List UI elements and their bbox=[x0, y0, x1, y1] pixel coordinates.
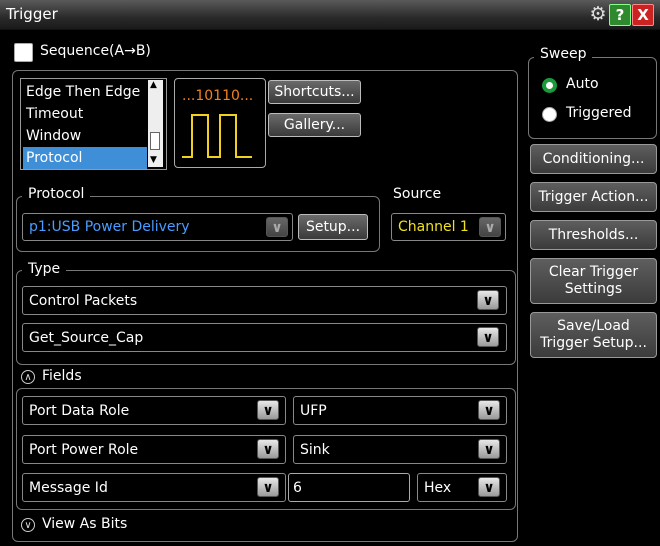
protocol-select[interactable]: p1:USB Power Delivery ∨ bbox=[22, 213, 293, 241]
sweep-auto-label: Auto bbox=[566, 76, 599, 92]
trigger-type-list[interactable]: Edge Then Edge Timeout Window Protocol ▲… bbox=[20, 78, 167, 170]
format-value: Hex bbox=[424, 479, 452, 496]
chevron-down-icon[interactable]: ∨ bbox=[257, 400, 279, 420]
close-icon[interactable]: X bbox=[632, 4, 654, 26]
field-value: 6 bbox=[293, 479, 302, 496]
list-item[interactable]: Window bbox=[23, 125, 147, 147]
field-name: Port Data Role bbox=[29, 402, 130, 419]
chevron-down-icon[interactable]: ∨ bbox=[257, 439, 279, 459]
type-value-2: Get_Source_Cap bbox=[29, 329, 144, 346]
fields-label: Fields bbox=[42, 368, 82, 384]
list-item[interactable]: Protocol bbox=[23, 147, 147, 169]
collapse-icon[interactable]: ∧ bbox=[21, 370, 35, 384]
trigger-dialog: Trigger ⚙ ? X Sequence(A→B) Edge Then Ed… bbox=[0, 0, 660, 546]
protocol-preview[interactable]: ...10110... bbox=[174, 78, 266, 168]
field-value-select[interactable]: UFP ∨ bbox=[293, 396, 507, 425]
protocol-label: Protocol bbox=[22, 186, 91, 202]
conditioning-button[interactable]: Conditioning... bbox=[530, 144, 657, 174]
thresholds-button[interactable]: Thresholds... bbox=[530, 220, 657, 250]
type-label: Type bbox=[22, 261, 67, 277]
sweep-triggered-label: Triggered bbox=[566, 105, 632, 121]
shortcuts-button[interactable]: Shortcuts... bbox=[268, 80, 361, 104]
format-select[interactable]: Hex ∨ bbox=[417, 473, 507, 502]
help-icon[interactable]: ? bbox=[609, 4, 631, 26]
field-value: UFP bbox=[300, 402, 327, 419]
scroll-thumb[interactable] bbox=[150, 132, 160, 150]
source-label: Source bbox=[393, 186, 442, 202]
chevron-down-icon[interactable]: ∨ bbox=[478, 400, 500, 420]
field-name-select[interactable]: Port Power Role ∨ bbox=[22, 435, 286, 464]
list-item[interactable]: Timeout bbox=[23, 103, 147, 125]
sweep-auto-radio[interactable] bbox=[542, 78, 557, 93]
field-value-select[interactable]: Sink ∨ bbox=[293, 435, 507, 464]
field-name-select[interactable]: Port Data Role ∨ bbox=[22, 396, 286, 425]
type-select-1[interactable]: Control Packets ∨ bbox=[22, 286, 507, 315]
list-item[interactable]: Edge Then Edge bbox=[23, 81, 147, 103]
expand-icon[interactable]: ∨ bbox=[21, 518, 35, 532]
source-value: Channel 1 bbox=[398, 219, 469, 235]
gallery-button[interactable]: Gallery... bbox=[268, 113, 361, 137]
protocol-value: p1:USB Power Delivery bbox=[29, 219, 190, 235]
sweep-group bbox=[528, 57, 657, 139]
waveform-icon bbox=[182, 114, 252, 158]
save-load-trigger-button[interactable]: Save/Load Trigger Setup... bbox=[530, 312, 657, 358]
field-name: Message Id bbox=[29, 479, 108, 496]
chevron-down-icon[interactable]: ∨ bbox=[479, 217, 501, 237]
chevron-down-icon[interactable]: ∨ bbox=[477, 290, 499, 310]
chevron-down-icon[interactable]: ∨ bbox=[477, 327, 499, 347]
window-title: Trigger bbox=[6, 5, 58, 23]
setup-button[interactable]: Setup... bbox=[298, 214, 368, 240]
scroll-up-icon[interactable]: ▲ bbox=[150, 80, 157, 90]
trigger-action-button[interactable]: Trigger Action... bbox=[530, 182, 657, 212]
chevron-down-icon[interactable]: ∨ bbox=[266, 217, 288, 237]
gear-icon[interactable]: ⚙ bbox=[588, 4, 608, 24]
source-select[interactable]: Channel 1 ∨ bbox=[391, 213, 506, 241]
chevron-down-icon[interactable]: ∨ bbox=[478, 477, 500, 497]
list-scrollbar[interactable]: ▲ ▼ bbox=[148, 80, 163, 167]
view-as-bits-label[interactable]: View As Bits bbox=[42, 516, 127, 532]
type-value-1: Control Packets bbox=[29, 292, 138, 309]
preview-text: ...10110... bbox=[182, 88, 254, 104]
sweep-label: Sweep bbox=[534, 46, 593, 62]
field-name-select[interactable]: Message Id ∨ bbox=[22, 473, 286, 502]
field-value: Sink bbox=[300, 441, 330, 458]
scroll-down-icon[interactable]: ▼ bbox=[150, 155, 157, 165]
field-name: Port Power Role bbox=[29, 441, 139, 458]
sequence-checkbox[interactable] bbox=[14, 43, 33, 62]
chevron-down-icon[interactable]: ∨ bbox=[478, 439, 500, 459]
chevron-down-icon[interactable]: ∨ bbox=[257, 477, 279, 497]
sweep-triggered-radio[interactable] bbox=[542, 107, 557, 122]
title-bar: Trigger ⚙ ? X bbox=[0, 0, 660, 30]
message-id-input[interactable]: 6 bbox=[288, 473, 410, 502]
clear-trigger-button[interactable]: Clear Trigger Settings bbox=[530, 258, 657, 304]
type-select-2[interactable]: Get_Source_Cap ∨ bbox=[22, 323, 507, 352]
sequence-label: Sequence(A→B) bbox=[40, 43, 151, 59]
